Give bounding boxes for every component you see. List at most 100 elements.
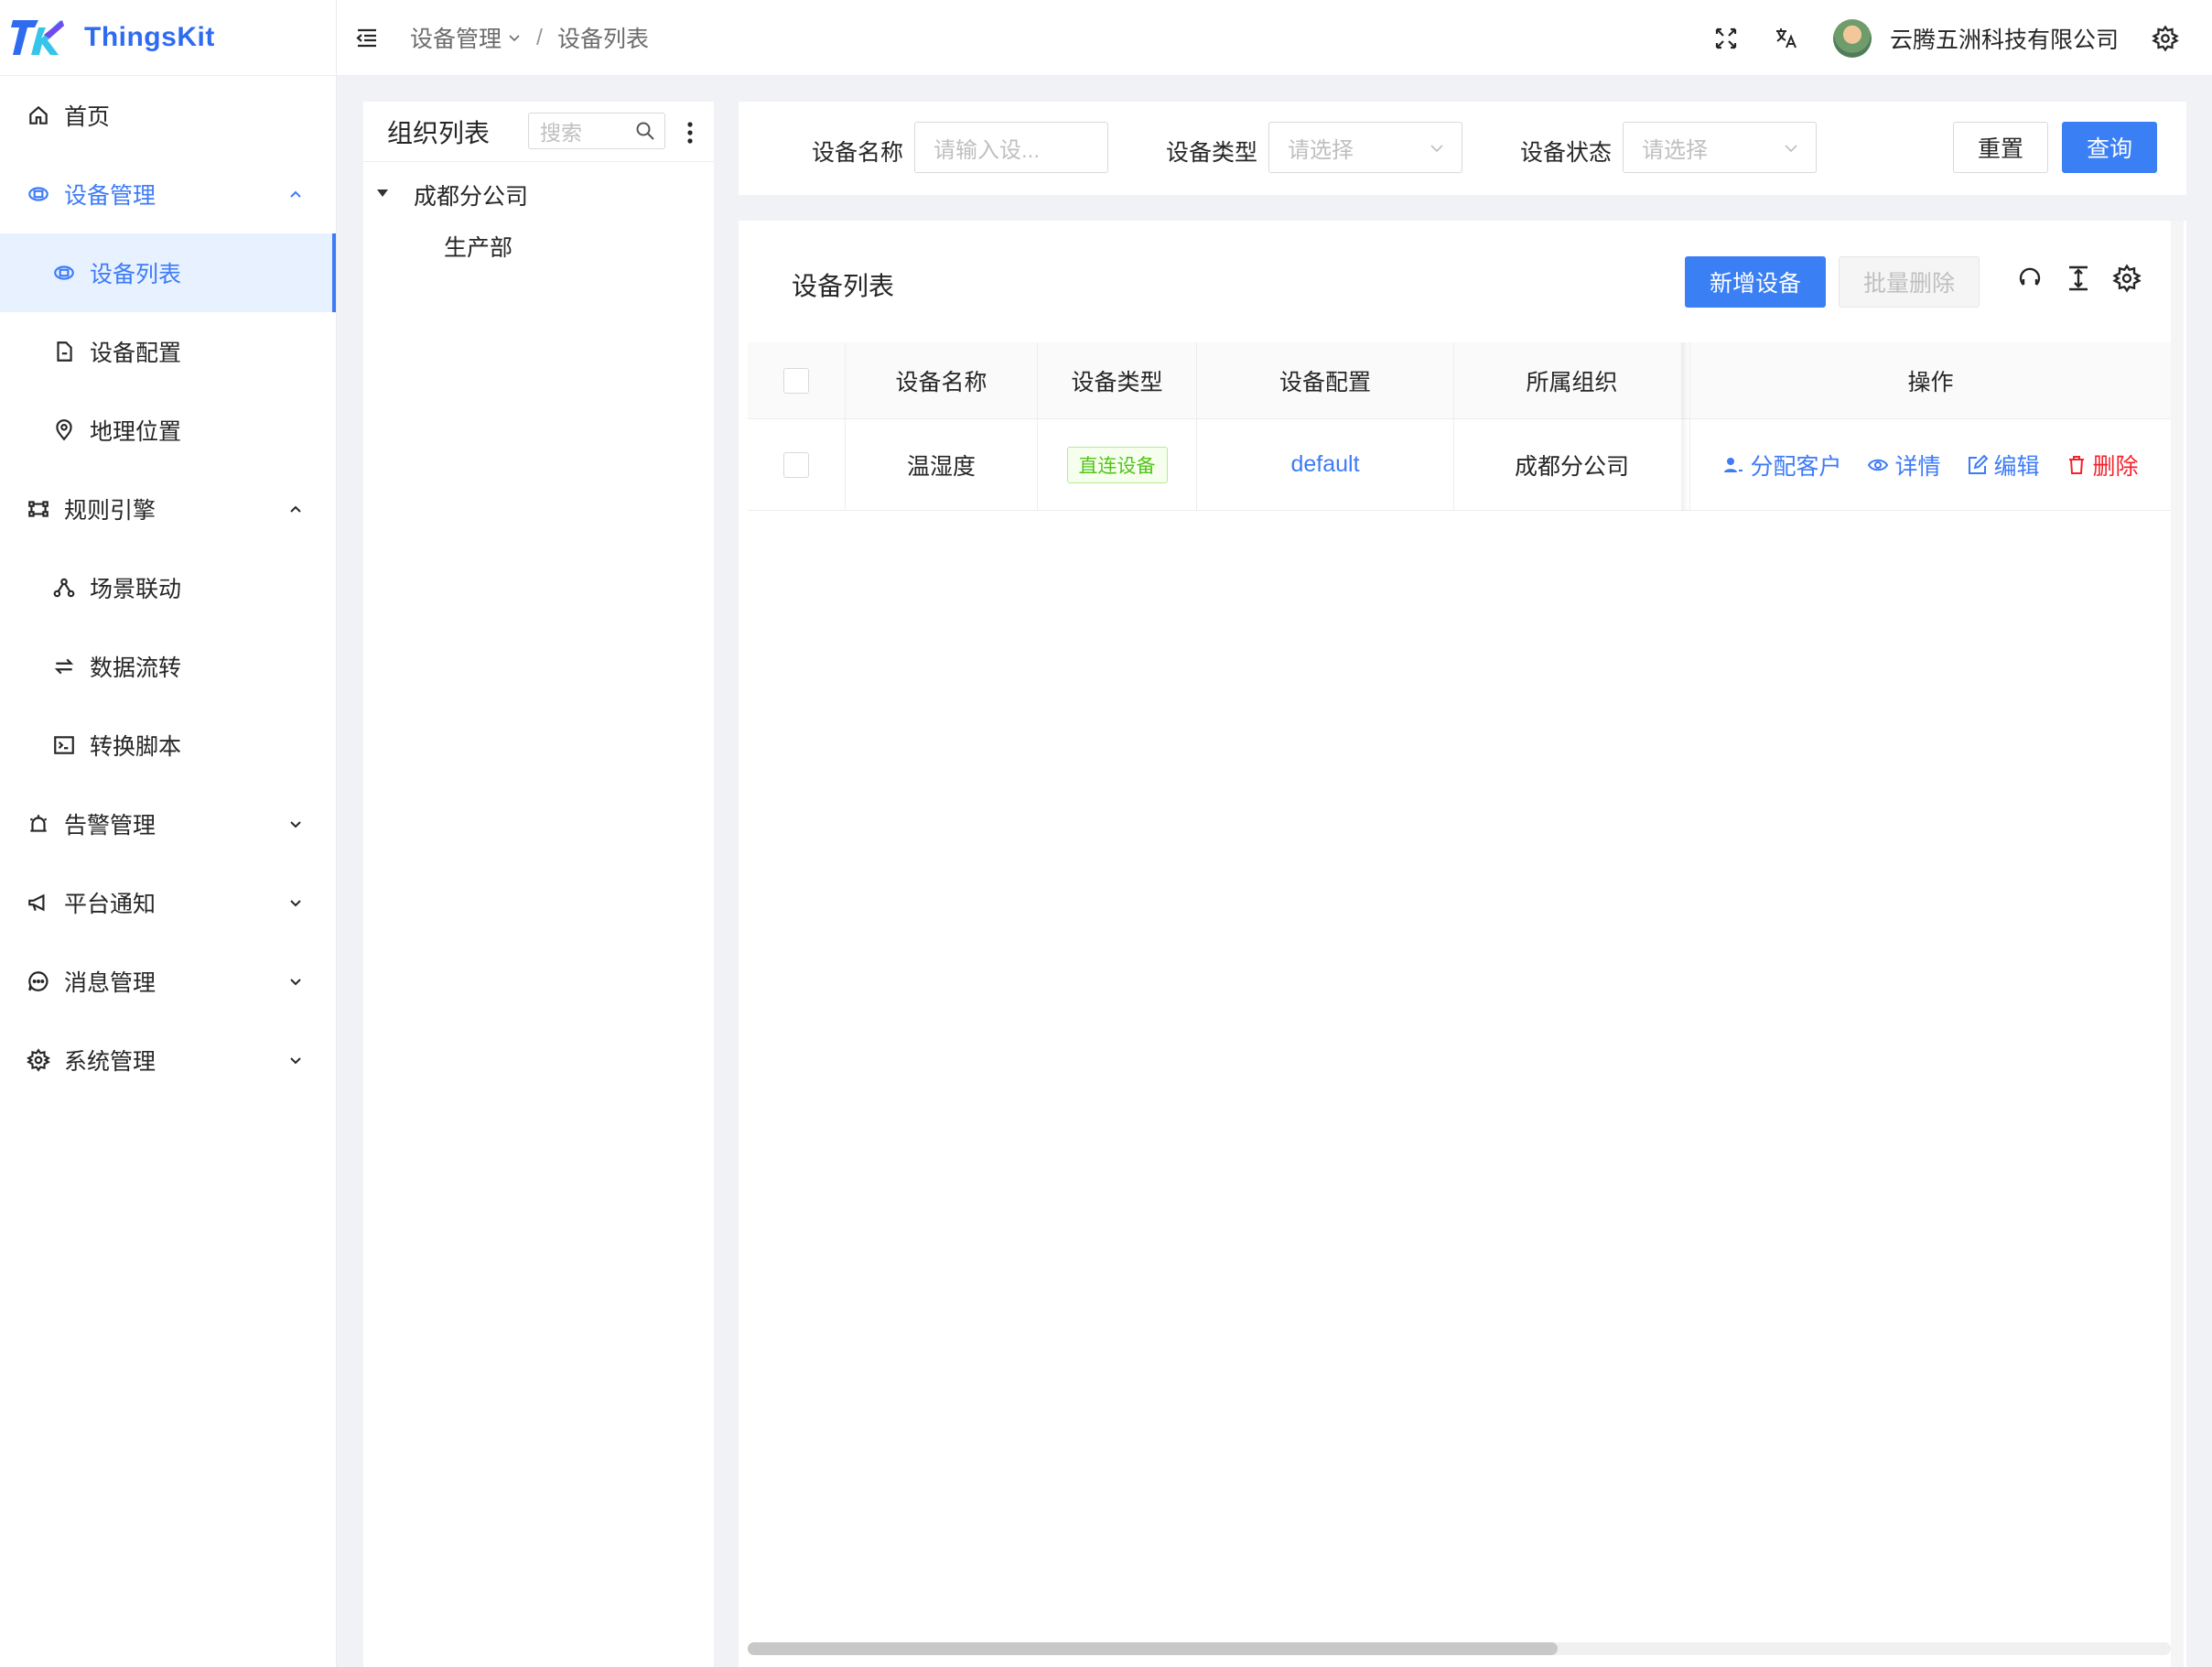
column-header-type[interactable]: 设备类型 (1038, 342, 1197, 418)
sidebar-item-device-config[interactable]: 设备配置 (0, 312, 336, 391)
sidebar-item-label: 设备管理 (64, 183, 156, 209)
device-status-label: 设备状态 (1520, 140, 1613, 166)
table-settings-icon[interactable] (2112, 264, 2142, 293)
device-type-tag: 直连设备 (1066, 446, 1168, 483)
column-header-name[interactable]: 设备名称 (846, 342, 1038, 418)
sidebar-item-data-flow[interactable]: 数据流转 (0, 627, 336, 706)
sidebar: ThingsKit 首页 设备管理 设备列表 设备配置 地理位置 规则引擎 场景… (0, 0, 337, 1667)
chevron-up-icon (290, 505, 301, 513)
column-header-actions: 操作 (1907, 369, 1954, 395)
horizontal-scrollbar-thumb[interactable] (748, 1642, 1558, 1655)
eye-icon (1868, 459, 1889, 471)
device-profile-link[interactable]: default (1197, 419, 1454, 510)
sidebar-item-geo-location[interactable]: 地理位置 (0, 391, 336, 470)
delete-icon (2068, 455, 2084, 474)
breadcrumb-item-device-management[interactable]: 设备管理 (410, 21, 502, 54)
org-panel-title: 组织列表 (387, 118, 491, 147)
app-name: ThingsKit (84, 22, 215, 52)
header-actions: 云腾五洲科技有限公司 (1712, 0, 2212, 76)
horizontal-scrollbar[interactable] (748, 1642, 2171, 1655)
chevron-down-icon[interactable] (507, 30, 522, 45)
sidebar-item-label: 消息管理 (64, 970, 156, 996)
device-org-cell: 成都分公司 (1454, 419, 1690, 510)
sidebar-item-scene-linkage[interactable]: 场景联动 (0, 548, 336, 627)
column-header-org[interactable]: 所属组织 (1454, 342, 1690, 418)
reset-button[interactable]: 重置 (1953, 122, 2048, 173)
sidebar-item-label: 场景联动 (90, 577, 182, 602)
translate-icon[interactable] (1773, 25, 1800, 52)
swap-icon (51, 654, 77, 679)
sidebar-item-convert-script[interactable]: 转换脚本 (0, 706, 336, 785)
sidebar-item-message-management[interactable]: 消息管理 (0, 942, 336, 1021)
app-logo[interactable]: ThingsKit (0, 0, 336, 76)
breadcrumb-item-device-list: 设备列表 (556, 27, 649, 52)
device-name-input[interactable]: 请输入设... (914, 122, 1108, 173)
row-checkbox[interactable] (783, 451, 809, 478)
thingskit-logo-icon (11, 20, 64, 55)
batch-delete-button[interactable]: 批量删除 (1839, 256, 1980, 308)
search-icon[interactable] (635, 121, 655, 141)
device-status-select[interactable]: 请选择 (1623, 122, 1817, 173)
delete-label: 删除 (2092, 453, 2139, 480)
device-name-placeholder: 请输入设... (933, 137, 1041, 163)
column-height-icon[interactable] (2064, 264, 2093, 293)
org-panel: 组织列表 搜索 成都分公司 生产部 (363, 102, 714, 1667)
tree-node-chengdu[interactable]: 成都分公司 (414, 179, 528, 211)
detail-label: 详情 (1894, 453, 1941, 480)
sidebar-item-platform-notice[interactable]: 平台通知 (0, 863, 336, 942)
edit-icon (1968, 454, 1988, 474)
menu-fold-icon[interactable] (353, 24, 381, 51)
sidebar-item-system-management[interactable]: 系统管理 (0, 1021, 336, 1099)
location-icon (51, 417, 77, 443)
sidebar-item-label: 系统管理 (64, 1049, 156, 1075)
device-type-label: 设备类型 (1166, 140, 1258, 166)
tree-node-production[interactable]: 生产部 (444, 230, 513, 263)
edit-label: 编辑 (1993, 453, 2040, 480)
device-type-select[interactable]: 请选择 (1268, 122, 1462, 173)
table-header: 设备名称 设备类型 设备配置 所属组织 操作 (748, 342, 2171, 419)
fullscreen-icon[interactable] (1712, 25, 1740, 52)
device-name-label: 设备名称 (812, 140, 904, 166)
filter-bar: 设备名称 请输入设... 设备类型 请选择 设备状态 请选择 重置 查询 (739, 102, 2186, 195)
more-vertical-icon[interactable] (686, 120, 694, 146)
sidebar-item-device-list[interactable]: 设备列表 (0, 233, 336, 312)
sidebar-item-label: 设备配置 (90, 341, 182, 366)
fixed-column-shadow (1681, 342, 1689, 511)
query-button[interactable]: 查询 (2062, 122, 2157, 173)
nodes-icon (51, 575, 77, 601)
company-name[interactable]: 云腾五洲科技有限公司 (1890, 22, 2119, 55)
settings-gear-icon[interactable] (2152, 24, 2179, 52)
column-header-profile[interactable]: 设备配置 (1197, 342, 1454, 418)
sidebar-item-label: 设备列表 (90, 262, 182, 287)
megaphone-icon (26, 890, 51, 915)
device-status-placeholder: 请选择 (1642, 137, 1708, 163)
sidebar-item-label: 首页 (64, 104, 111, 130)
file-icon (51, 339, 77, 364)
row-select-cell (748, 419, 846, 510)
detail-button[interactable]: 详情 (1867, 449, 1941, 482)
add-device-button[interactable]: 新增设备 (1685, 256, 1826, 308)
alarm-icon (26, 811, 51, 837)
edit-button[interactable]: 编辑 (1967, 449, 2040, 482)
sidebar-item-alarm-management[interactable]: 告警管理 (0, 785, 336, 863)
refresh-icon[interactable] (2015, 264, 2045, 293)
user-assign-icon (1724, 457, 1743, 472)
delete-button[interactable]: 删除 (2066, 449, 2139, 482)
sidebar-item-rule-engine[interactable]: 规则引擎 (0, 470, 336, 548)
select-all-cell (748, 342, 846, 418)
vertical-scrollbar[interactable] (2171, 221, 2184, 1667)
sidebar-item-home[interactable]: 首页 (0, 76, 336, 155)
tree-caret-down-icon[interactable] (377, 189, 388, 197)
table-row[interactable]: 温湿度 直连设备 default 成都分公司 分配客户 详情 编辑 删除 (748, 419, 2171, 511)
sidebar-item-device-management[interactable]: 设备管理 (0, 155, 336, 233)
select-all-checkbox[interactable] (783, 367, 809, 394)
chevron-up-icon (290, 190, 301, 198)
device-type-placeholder: 请选择 (1288, 137, 1354, 163)
gear-icon (26, 1047, 51, 1073)
chevron-down-icon (1430, 145, 1443, 153)
avatar[interactable] (1832, 18, 1872, 58)
org-search-input[interactable]: 搜索 (528, 113, 665, 149)
terminal-icon (51, 732, 77, 758)
org-search-placeholder: 搜索 (540, 121, 582, 145)
assign-customer-button[interactable]: 分配客户 (1722, 449, 1841, 482)
